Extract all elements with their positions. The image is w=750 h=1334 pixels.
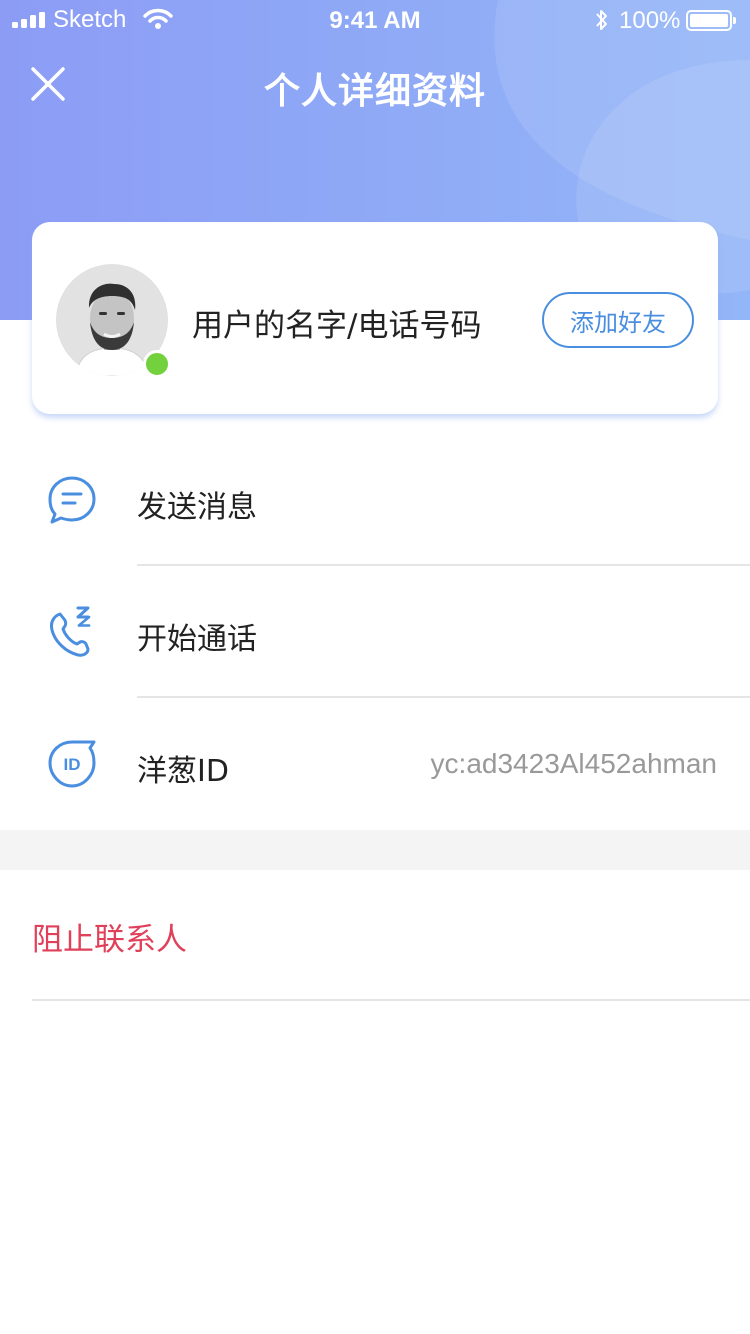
- section-gap: [0, 830, 750, 870]
- message-icon: [48, 476, 96, 524]
- add-friend-button[interactable]: 添加好友: [542, 292, 694, 348]
- avatar-container: [56, 264, 171, 378]
- divider: [137, 564, 750, 566]
- block-contact-button[interactable]: 阻止联系人: [32, 914, 187, 959]
- svg-text:ID: ID: [64, 755, 81, 774]
- online-status-dot: [143, 350, 171, 378]
- page-title: 个人详细资料: [263, 71, 486, 112]
- send-message-row[interactable]: 发送消息: [0, 436, 750, 566]
- status-bar: Sketch 9:41 AM 100%: [0, 0, 750, 40]
- user-name: 用户的名字/电话号码: [192, 308, 482, 344]
- battery-percentage: 100%: [619, 7, 681, 34]
- start-call-label: 开始通话: [137, 622, 257, 657]
- battery-icon: [686, 10, 736, 31]
- onion-id-value: yc:ad3423Al452ahman: [430, 748, 717, 779]
- id-icon: ID: [48, 740, 96, 788]
- send-message-label: 发送消息: [137, 490, 257, 525]
- onion-id-row: ID 洋葱ID yc:ad3423Al452ahman: [0, 700, 750, 830]
- bluetooth-icon: [596, 10, 607, 30]
- phone-call-icon: [50, 606, 91, 657]
- divider: [137, 696, 750, 698]
- start-call-row[interactable]: 开始通话: [0, 568, 750, 698]
- onion-id-label: 洋葱ID: [137, 754, 229, 789]
- profile-card: 用户的名字/电话号码 添加好友: [32, 222, 718, 414]
- divider: [32, 999, 750, 1001]
